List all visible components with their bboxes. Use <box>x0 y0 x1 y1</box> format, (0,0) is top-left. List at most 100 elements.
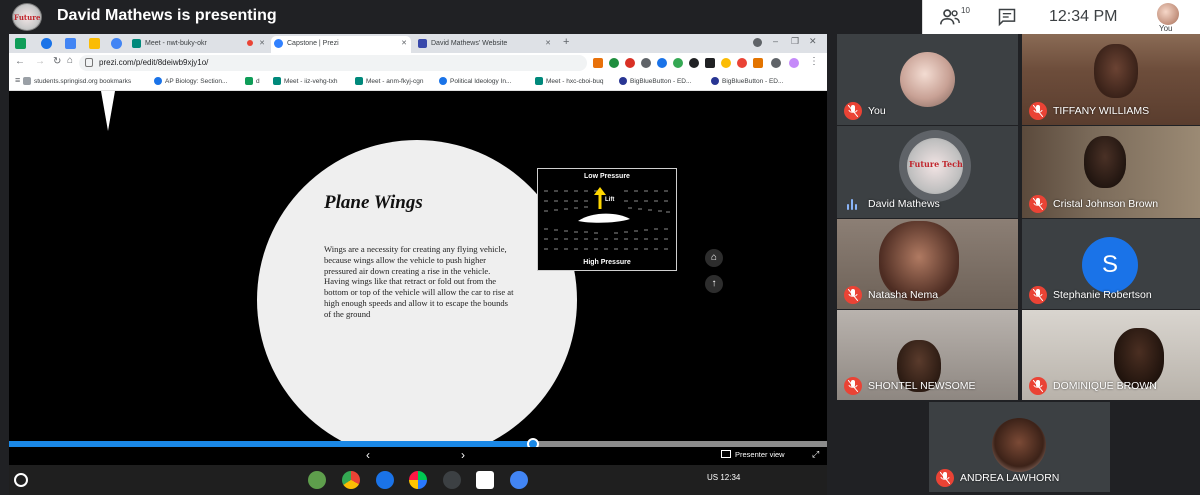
extension-9-icon[interactable] <box>721 58 731 68</box>
bookmark-item[interactable]: Political Ideology In... <box>439 76 511 87</box>
participants-button[interactable]: 10 <box>939 6 970 28</box>
participant-tile[interactable]: S Stephanie Robertson <box>1022 219 1200 309</box>
back-icon[interactable]: ← <box>15 56 25 67</box>
shelf-app-files-icon[interactable] <box>376 471 394 489</box>
participant-name: TIFFANY WILLIAMS <box>1053 105 1150 117</box>
meet-icon <box>535 77 543 85</box>
participant-initial-avatar: S <box>1082 237 1138 293</box>
forward-icon[interactable]: → <box>35 56 45 67</box>
browser-tabstrip: Meet - nwt-buky-okr ✕ Capstone | Prezi ✕… <box>9 34 827 53</box>
extension-10-icon[interactable] <box>737 58 747 68</box>
chat-button[interactable] <box>997 7 1017 32</box>
bookmark-item[interactable]: AP Biology: Section... <box>154 76 227 87</box>
new-tab-button[interactable]: + <box>563 36 569 48</box>
participant-name: David Mathews <box>868 198 940 210</box>
pinned-tab-chrome-icon[interactable] <box>111 38 122 49</box>
muted-mic-icon <box>936 469 954 487</box>
participant-tile[interactable]: You <box>837 34 1018 125</box>
participant-tile[interactable]: SHONTEL NEWSOME <box>837 310 1018 400</box>
shelf-app-chrome-icon[interactable] <box>342 471 360 489</box>
pinned-tab-docs-icon[interactable] <box>65 38 76 49</box>
presenter-view-label: Presenter view <box>735 450 785 459</box>
shelf-app-vpn-icon[interactable] <box>308 471 326 489</box>
extension-2-icon[interactable] <box>609 58 619 68</box>
shelf-app-screen-capture-icon[interactable] <box>476 471 494 489</box>
participant-tile[interactable]: Natasha Nema <box>837 219 1018 309</box>
participant-tile[interactable]: ANDREA LAWHORN <box>929 402 1110 492</box>
close-tab-icon[interactable]: ✕ <box>259 36 265 51</box>
extension-11-icon[interactable] <box>753 58 763 68</box>
muted-mic-icon <box>844 377 862 395</box>
tab-meet[interactable]: Meet - nwt-buky-okr ✕ <box>129 36 269 53</box>
participant-name: Natasha Nema <box>868 289 939 301</box>
meet-icon <box>355 77 363 85</box>
low-pressure-label: Low Pressure <box>584 173 630 180</box>
bookmark-item[interactable]: Meet - iiz-vehg-txh <box>273 76 337 87</box>
address-bar[interactable]: prezi.com/p/edit/8deiwb9xjy1o/ <box>79 55 587 71</box>
reload-icon[interactable]: ↻ <box>53 56 61 67</box>
muted-mic-icon <box>1029 102 1047 120</box>
self-avatar[interactable] <box>1157 3 1179 25</box>
system-tray[interactable]: US 12:34 <box>707 473 740 482</box>
close-tab-icon[interactable]: ✕ <box>545 36 551 51</box>
prezi-home-button[interactable]: ⌂ <box>705 249 723 267</box>
bigbluebutton-icon <box>711 77 719 85</box>
schoology-icon <box>154 77 162 85</box>
presenter-view-button[interactable]: Presenter view <box>721 450 785 459</box>
participant-count: 10 <box>961 6 970 15</box>
bookmark-item[interactable]: Meet - hxc-cboi-buq <box>535 76 603 87</box>
bookmark-item[interactable]: d <box>245 76 260 87</box>
lift-diagram: Low Pressure Lift High Pressure <box>537 168 677 271</box>
launcher-icon[interactable] <box>14 473 28 487</box>
extension-7-icon[interactable] <box>689 58 699 68</box>
pinned-tab-slides-icon[interactable] <box>89 38 100 49</box>
participant-tile[interactable]: Future Technologies David Mathews <box>837 126 1018 218</box>
recording-dot-icon <box>247 40 253 46</box>
tab-prezi[interactable]: Capstone | Prezi ✕ <box>271 36 411 53</box>
participant-name: ANDREA LAWHORN <box>960 472 1060 484</box>
apps-icon[interactable]: ≡ <box>15 75 20 85</box>
tab-website[interactable]: David Mathews' Website ✕ <box>415 36 555 53</box>
prezi-up-button[interactable]: ↑ <box>705 275 723 293</box>
bookmark-item[interactable]: BigBlueButton - ED... <box>711 76 783 87</box>
participant-tile[interactable]: DOMINIQUE BROWN <box>1022 310 1200 400</box>
shelf-app-squid-icon[interactable] <box>443 471 461 489</box>
minimize-icon[interactable]: – <box>773 36 778 46</box>
participant-tile[interactable]: Cristal Johnson Brown <box>1022 126 1200 218</box>
extension-5-icon[interactable] <box>657 58 667 68</box>
lock-icon <box>85 58 93 67</box>
fullscreen-icon[interactable]: ⤢ <box>812 449 819 460</box>
restore-icon[interactable]: ❐ <box>791 36 799 47</box>
extension-6-icon[interactable] <box>673 58 683 68</box>
pinned-tab-schoology-icon[interactable] <box>41 38 52 49</box>
extension-1-icon[interactable] <box>593 58 603 68</box>
meet-icon <box>273 77 281 85</box>
tab-search-icon[interactable] <box>753 38 762 47</box>
presenting-title: David Mathews is presenting <box>57 7 277 24</box>
participant-name: Stephanie Robertson <box>1053 289 1152 301</box>
profile-avatar-icon[interactable] <box>789 58 799 68</box>
bookmark-item[interactable]: Meet - anm-fkyj-cgn <box>355 76 423 87</box>
participant-tile[interactable]: TIFFANY WILLIAMS <box>1022 34 1200 125</box>
pinned-tab-sheets-icon[interactable] <box>15 38 26 49</box>
omnibar: ← → ↻ ⌂ prezi.com/p/edit/8deiwb9xjy1o/ ⋮ <box>9 53 827 73</box>
shelf-app-settings-icon[interactable] <box>510 471 528 489</box>
prezi-canvas[interactable]: Plane Wings Wings are a necessity for cr… <box>9 91 827 441</box>
bookmark-item[interactable]: students.springisd.org bookmarks <box>23 76 131 87</box>
home-icon[interactable]: ⌂ <box>67 55 73 66</box>
shelf-app-play-store-icon[interactable] <box>409 471 427 489</box>
self-label: You <box>1159 24 1173 33</box>
browser-menu-icon[interactable]: ⋮ <box>809 56 819 67</box>
extension-8-icon[interactable] <box>705 58 715 68</box>
extension-3-icon[interactable] <box>625 58 635 68</box>
extension-4-icon[interactable] <box>641 58 651 68</box>
next-step-button[interactable]: › <box>461 448 465 462</box>
close-window-icon[interactable]: ✕ <box>809 36 817 47</box>
puzzle-icon[interactable] <box>771 58 781 68</box>
presenter-logo: Future Technologies <box>12 3 42 31</box>
previous-step-button[interactable]: ‹ <box>366 448 370 462</box>
chat-icon <box>998 8 1016 27</box>
airflow-graphic <box>544 187 670 250</box>
bookmark-item[interactable]: BigBlueButton - ED... <box>619 76 691 87</box>
close-tab-icon[interactable]: ✕ <box>401 36 407 51</box>
